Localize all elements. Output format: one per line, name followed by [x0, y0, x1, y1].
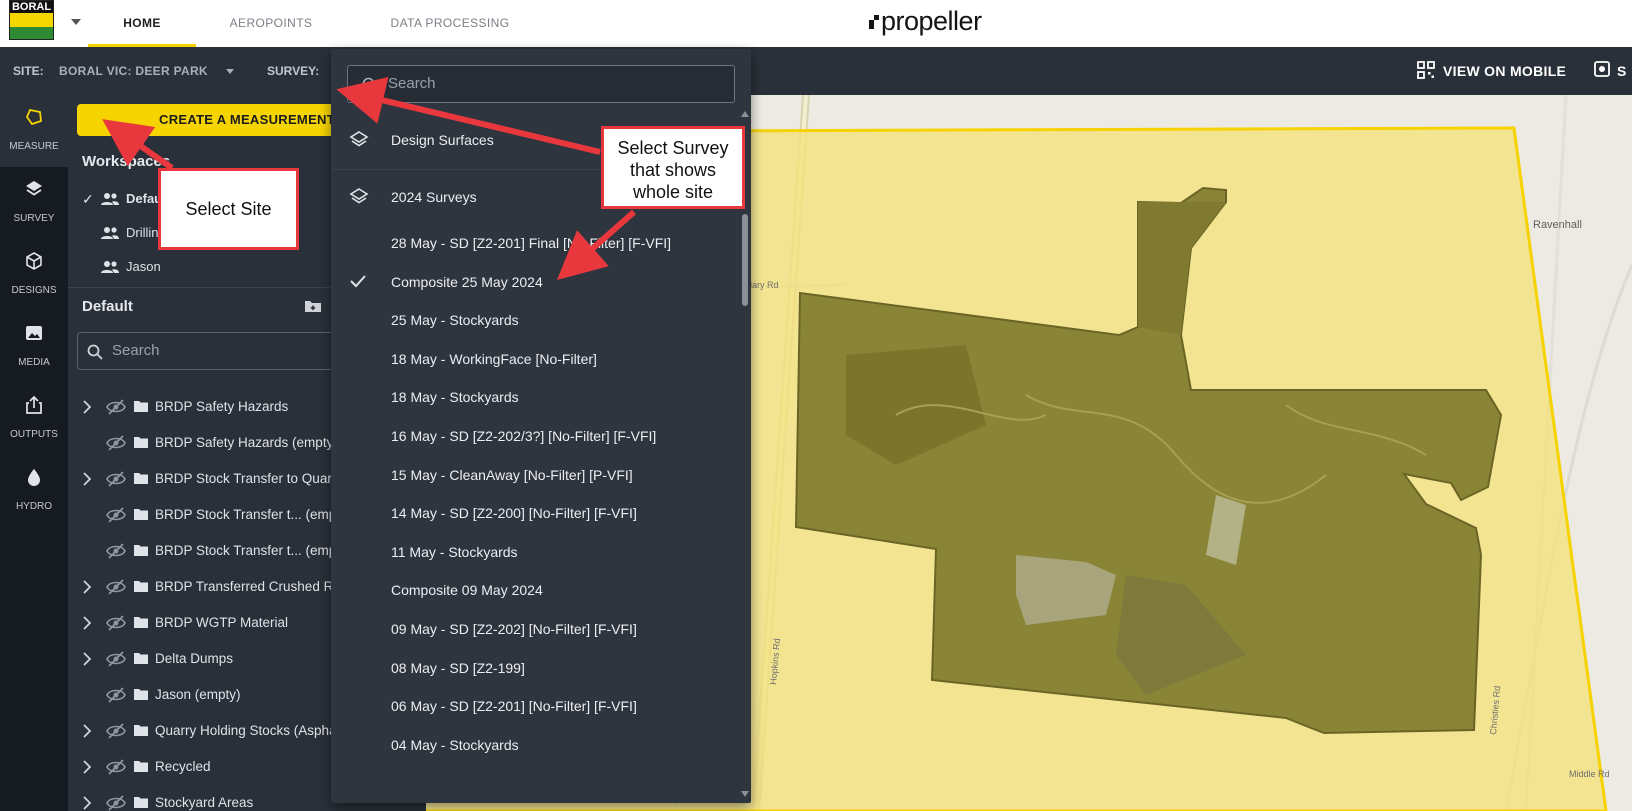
rail-media[interactable]: MEDIA — [0, 311, 68, 383]
logo-text: BORAL — [10, 1, 53, 13]
rail-designs[interactable]: DESIGNS — [0, 239, 68, 311]
top-bar: BORAL HOME AEROPOINTS DATA PROCESSING pr… — [0, 0, 1632, 47]
rail-survey[interactable]: SURVEY — [0, 167, 68, 239]
group-icon — [101, 261, 119, 273]
chevron-right-icon[interactable] — [82, 616, 92, 630]
visibility-off-icon[interactable] — [106, 399, 126, 415]
site-selector[interactable]: BORAL VIC: DEER PARK — [59, 47, 208, 95]
survey-option[interactable]: 16 May - SD [Z2-202/3?] [No-Filter] [F-V… — [331, 416, 741, 456]
visibility-off-icon[interactable] — [106, 723, 126, 739]
survey-option[interactable]: 09 May - SD [Z2-202] [No-Filter] [F-VFI] — [331, 609, 741, 649]
image-icon — [26, 326, 42, 340]
survey-option[interactable]: 15 May - CleanAway [No-Filter] [P-VFI] — [331, 455, 741, 495]
folder-icon — [134, 689, 148, 700]
tab-home[interactable]: HOME — [88, 0, 196, 47]
group-icon — [101, 193, 119, 205]
folder-icon — [134, 725, 148, 736]
survey-option[interactable]: 14 May - SD [Z2-200] [No-Filter] [F-VFI] — [331, 493, 741, 533]
brand-wordmark: propeller — [881, 6, 982, 36]
tab-aeropoints[interactable]: AEROPOINTS — [218, 0, 324, 47]
search-icon — [362, 77, 378, 93]
context-bar: SITE: BORAL VIC: DEER PARK SURVEY: VIEW … — [0, 47, 1632, 95]
tab-data-processing[interactable]: DATA PROCESSING — [380, 0, 520, 47]
cube-icon — [26, 252, 42, 270]
check-icon — [350, 274, 366, 288]
default-group-title: Default — [82, 298, 133, 315]
visibility-off-icon[interactable] — [106, 759, 126, 775]
survey-search-input[interactable]: Search — [347, 65, 735, 103]
qr-code-icon[interactable] — [1417, 61, 1435, 79]
chevron-right-icon[interactable] — [82, 760, 92, 774]
folder-icon — [134, 581, 148, 592]
chevron-right-icon[interactable] — [82, 796, 92, 810]
chevron-right-icon[interactable] — [82, 400, 92, 414]
workspaces-title: Workspaces — [82, 153, 171, 170]
visibility-off-icon[interactable] — [106, 435, 126, 451]
map-label-middle-rd: Middle Rd — [1569, 769, 1610, 779]
group-icon — [101, 227, 119, 239]
visibility-off-icon[interactable] — [106, 507, 126, 523]
chevron-right-icon[interactable] — [82, 472, 92, 486]
layers-icon — [349, 188, 369, 204]
site-chevron-down-icon[interactable] — [226, 69, 234, 74]
survey-option[interactable]: 11 May - Stockyards — [331, 532, 741, 572]
layers-icon — [26, 181, 42, 196]
folder-icon — [134, 473, 148, 484]
scroll-up-icon[interactable] — [741, 111, 749, 117]
chevron-right-icon[interactable] — [82, 580, 92, 594]
chevron-right-icon[interactable] — [82, 724, 92, 738]
rail-hydro[interactable]: HYDRO — [0, 455, 68, 527]
survey-option[interactable]: 28 May - SD [Z2-201] Final [No-Filter] [… — [331, 223, 741, 263]
visibility-off-icon[interactable] — [106, 471, 126, 487]
folder-icon — [134, 761, 148, 772]
left-rail: MEASURE SURVEY DESIGNS MEDIA OUTPUTS HYD… — [0, 95, 68, 811]
export-icon — [26, 395, 42, 414]
visibility-off-icon[interactable] — [106, 651, 126, 667]
survey-option[interactable]: 25 May - Stockyards — [331, 300, 741, 340]
chevron-right-icon[interactable] — [82, 652, 92, 666]
polygon-icon — [25, 108, 42, 126]
scroll-down-icon[interactable] — [741, 791, 749, 797]
search-icon — [87, 344, 103, 360]
visibility-off-icon[interactable] — [106, 795, 126, 811]
survey-option[interactable]: 06 May - SD [Z2-201] [No-Filter] [F-VFI] — [331, 686, 741, 726]
folder-icon — [134, 653, 148, 664]
map-label-ravenhall: Ravenhall — [1533, 219, 1582, 231]
survey-option[interactable]: 18 May - Stockyards — [331, 377, 741, 417]
folder-icon — [134, 401, 148, 412]
callout-select-site: Select Site — [158, 168, 299, 250]
callout-select-survey: Select Survey that shows whole site — [601, 126, 745, 209]
folder-icon — [134, 509, 148, 520]
share-button-partial[interactable]: S — [1617, 47, 1627, 95]
folder-icon — [134, 617, 148, 628]
check-icon: ✓ — [82, 191, 94, 207]
folder-icon — [134, 545, 148, 556]
site-label: SITE: — [13, 64, 44, 78]
rail-measure[interactable]: MEASURE — [0, 95, 68, 167]
view-on-mobile-button[interactable]: VIEW ON MOBILE — [1443, 47, 1566, 95]
drop-icon — [28, 469, 40, 486]
add-folder-icon[interactable] — [304, 298, 322, 314]
settings-icon[interactable] — [1593, 60, 1611, 78]
survey-option[interactable]: Composite 09 May 2024 — [331, 570, 741, 610]
layers-icon — [349, 131, 369, 147]
survey-option[interactable]: 04 May - Stockyards — [331, 725, 741, 765]
boral-logo[interactable]: BORAL — [9, 0, 54, 40]
visibility-off-icon[interactable] — [106, 579, 126, 595]
visibility-off-icon[interactable] — [106, 687, 126, 703]
visibility-off-icon[interactable] — [106, 615, 126, 631]
survey-option[interactable]: Composite 25 May 2024 — [331, 262, 741, 302]
org-switch-chevron-down-icon[interactable] — [71, 19, 81, 25]
folder-icon — [134, 437, 148, 448]
dropdown-scrollbar-thumb[interactable] — [742, 214, 748, 306]
rail-outputs[interactable]: OUTPUTS — [0, 383, 68, 455]
survey-label: SURVEY: — [267, 64, 320, 78]
visibility-off-icon[interactable] — [106, 543, 126, 559]
survey-option[interactable]: 18 May - WorkingFace [No-Filter] — [331, 339, 741, 379]
survey-option[interactable]: 08 May - SD [Z2-199] — [331, 648, 741, 688]
folder-icon — [134, 797, 148, 808]
